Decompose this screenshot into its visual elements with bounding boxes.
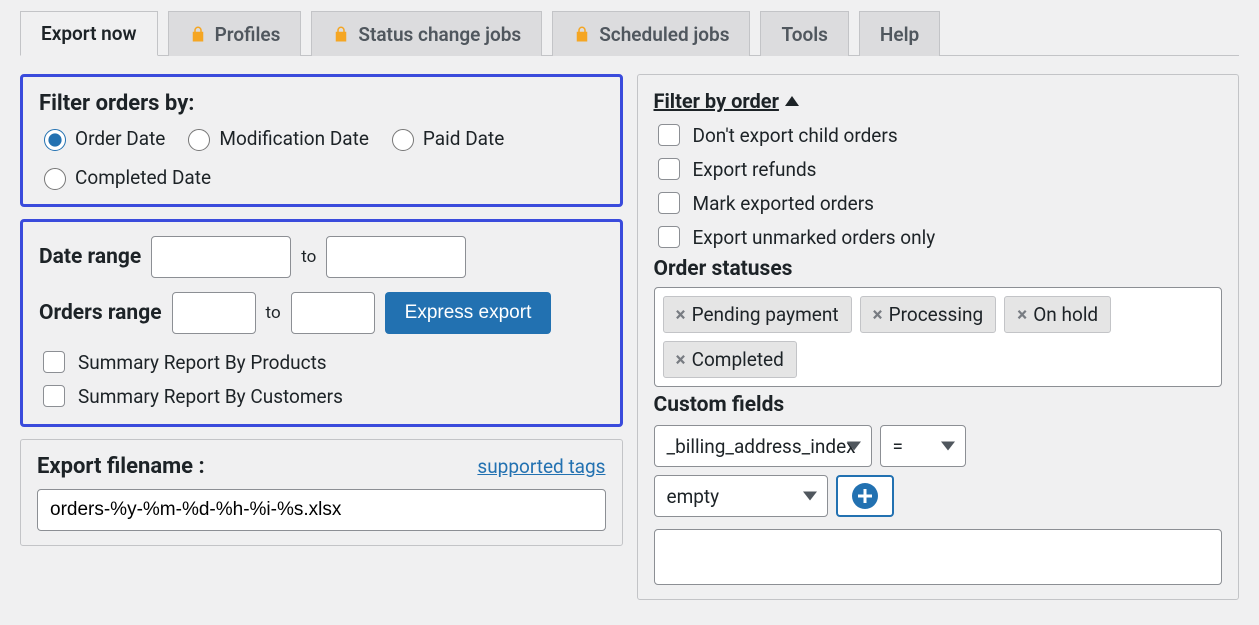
check-mark-exported[interactable]: Mark exported orders — [654, 189, 1223, 217]
check-label: Mark exported orders — [693, 192, 874, 215]
filter-orders-radios: Order Date Modification Date Paid Date C… — [39, 126, 604, 190]
check-no-child[interactable]: Don't export child orders — [654, 121, 1223, 149]
cf-op-select[interactable]: = — [880, 425, 966, 467]
radio-label: Order Date — [75, 127, 165, 150]
check-label: Export unmarked orders only — [693, 226, 936, 249]
check-mark-exported-input[interactable] — [658, 192, 680, 214]
check-unmarked-only-input[interactable] — [658, 226, 680, 248]
supported-tags-link[interactable]: supported tags — [477, 455, 605, 478]
caret-up-icon — [785, 96, 799, 106]
cf-field-select[interactable]: _billing_address_index — [654, 425, 872, 467]
lock-icon — [189, 25, 207, 43]
tag-label: Processing — [889, 303, 984, 326]
radio-completed-date[interactable]: Completed Date — [39, 165, 211, 190]
status-tag: × Processing — [860, 296, 997, 333]
tab-label: Tools — [781, 23, 827, 46]
radio-modification-date-input[interactable] — [188, 129, 210, 151]
orders-from-input[interactable] — [172, 292, 256, 334]
date-range-label: Date range — [39, 245, 141, 269]
filter-orders-by-box: Filter orders by: Order Date Modificatio… — [20, 74, 623, 207]
status-tag: × Pending payment — [663, 296, 852, 333]
date-to-input[interactable] — [326, 236, 466, 278]
remove-tag-icon[interactable]: × — [873, 303, 883, 326]
status-tag: × On hold — [1004, 296, 1111, 333]
tab-profiles[interactable]: Profiles — [168, 11, 302, 56]
check-refunds[interactable]: Export refunds — [654, 155, 1223, 183]
check-summary-products-input[interactable] — [43, 351, 65, 373]
lock-icon — [332, 25, 350, 43]
to-label: to — [266, 303, 281, 323]
filename-input[interactable] — [37, 489, 606, 531]
check-no-child-input[interactable] — [658, 124, 680, 146]
remove-tag-icon[interactable]: × — [676, 303, 686, 326]
cf-add-button[interactable] — [836, 475, 894, 517]
check-label: Summary Report By Products — [78, 351, 327, 374]
tab-label: Profiles — [215, 23, 281, 46]
radio-order-date[interactable]: Order Date — [39, 126, 165, 151]
cf-value-select[interactable]: empty — [654, 475, 828, 517]
filename-label: Export filename : — [37, 454, 205, 479]
filter-by-order-label: Filter by order — [654, 89, 779, 113]
tab-label: Status change jobs — [358, 23, 521, 46]
radio-label: Modification Date — [219, 127, 369, 150]
orders-range-label: Orders range — [39, 301, 162, 325]
check-summary-customers-input[interactable] — [43, 385, 65, 407]
tab-label: Help — [880, 23, 919, 46]
custom-fields-label: Custom fields — [654, 393, 1223, 417]
check-summary-customers[interactable]: Summary Report By Customers — [39, 382, 604, 410]
check-refunds-input[interactable] — [658, 158, 680, 180]
tab-label: Export now — [41, 22, 137, 45]
cf-op-value: = — [893, 435, 903, 458]
range-box: Date range to Orders range to Express ex… — [20, 219, 623, 427]
filter-orders-title: Filter orders by: — [39, 91, 604, 116]
tag-label: On hold — [1033, 303, 1098, 326]
radio-paid-date-input[interactable] — [392, 129, 414, 151]
remove-tag-icon[interactable]: × — [676, 348, 686, 371]
chevron-down-icon — [941, 442, 955, 451]
filter-by-order-toggle[interactable]: Filter by order — [654, 89, 799, 113]
date-from-input[interactable] — [151, 236, 291, 278]
tab-status-change-jobs[interactable]: Status change jobs — [311, 11, 542, 56]
check-label: Don't export child orders — [693, 124, 898, 147]
radio-modification-date[interactable]: Modification Date — [183, 126, 369, 151]
radio-label: Completed Date — [75, 166, 211, 189]
radio-completed-date-input[interactable] — [44, 168, 66, 190]
tab-label: Scheduled jobs — [599, 23, 729, 46]
tab-export-now[interactable]: Export now — [20, 11, 158, 56]
radio-order-date-input[interactable] — [44, 129, 66, 151]
check-summary-products[interactable]: Summary Report By Products — [39, 348, 604, 376]
cf-field-value: _billing_address_index — [667, 435, 856, 458]
chevron-down-icon — [847, 442, 861, 451]
check-label: Summary Report By Customers — [78, 385, 343, 408]
lock-icon — [573, 25, 591, 43]
filter-by-order-box: Filter by order Don't export child order… — [637, 74, 1240, 600]
tag-label: Completed — [692, 348, 784, 371]
plus-circle-icon — [852, 483, 878, 509]
tab-tools[interactable]: Tools — [760, 11, 848, 56]
tab-help[interactable]: Help — [859, 11, 940, 56]
chevron-down-icon — [803, 492, 817, 501]
order-statuses-select[interactable]: × Pending payment × Processing × On hold × C… — [654, 287, 1223, 387]
cf-rules-box[interactable] — [654, 529, 1223, 585]
radio-label: Paid Date — [423, 127, 504, 150]
express-export-button[interactable]: Express export — [385, 292, 552, 334]
to-label: to — [301, 247, 316, 267]
status-tag: × Completed — [663, 341, 797, 378]
tabs: Export now Profiles Status change jobs S… — [20, 10, 1239, 56]
tab-scheduled-jobs[interactable]: Scheduled jobs — [552, 11, 750, 56]
radio-paid-date[interactable]: Paid Date — [387, 126, 504, 151]
orders-to-input[interactable] — [291, 292, 375, 334]
tag-label: Pending payment — [692, 303, 839, 326]
order-statuses-label: Order statuses — [654, 257, 1223, 281]
filename-box: Export filename : supported tags — [20, 439, 623, 546]
remove-tag-icon[interactable]: × — [1017, 303, 1027, 326]
cf-value: empty — [667, 485, 720, 508]
check-unmarked-only[interactable]: Export unmarked orders only — [654, 223, 1223, 251]
check-label: Export refunds — [693, 158, 817, 181]
